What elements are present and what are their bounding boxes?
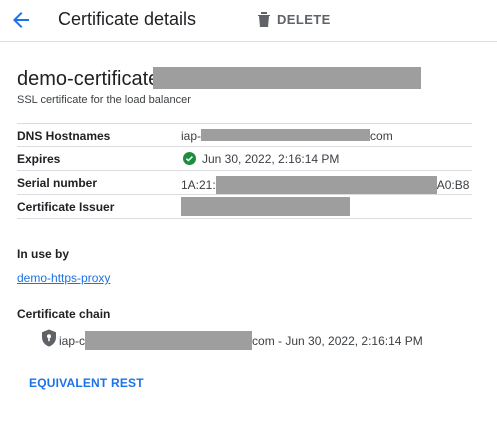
delete-button[interactable]: DELETE (257, 10, 331, 28)
back-button[interactable] (9, 8, 33, 32)
redacted-block (181, 197, 350, 216)
row-value: iap-com (181, 129, 393, 143)
delete-label: DELETE (277, 11, 331, 27)
redacted-block (153, 67, 421, 89)
in-use-link[interactable]: demo-https-proxy (17, 271, 110, 285)
row-value: Jun 30, 2022, 2:16:14 PM (202, 152, 340, 166)
row-key: Expires (17, 152, 61, 166)
top-bar: Certificate details DELETE (0, 0, 497, 42)
chain-prefix: iap-c (59, 334, 86, 348)
details-table: DNS Hostnames iap-com Expires Jun 30, 20… (17, 123, 472, 219)
details-row-expires: Expires Jun 30, 2022, 2:16:14 PM (17, 147, 472, 171)
value-suffix: com (370, 129, 393, 143)
value-suffix: A0:B8 (436, 178, 470, 192)
value-prefix: iap- (181, 129, 202, 143)
redacted-block (201, 129, 371, 141)
value-prefix: 1A:21: (181, 178, 216, 192)
check-circle-icon (183, 152, 196, 165)
row-key: Certificate Issuer (17, 200, 115, 214)
shield-lock-icon (42, 329, 56, 347)
trash-icon (258, 12, 270, 27)
equivalent-rest-button[interactable]: EQUIVALENT REST (29, 376, 144, 390)
row-key: Serial number (17, 176, 98, 190)
details-row-dns: DNS Hostnames iap-com (17, 123, 472, 147)
details-row-serial: Serial number 1A:21: A0:B8 (17, 171, 472, 195)
certificate-name: demo-certificate- (17, 68, 166, 90)
details-row-issuer: Certificate Issuer (17, 195, 472, 219)
redacted-block (85, 331, 253, 350)
page-title: Certificate details (58, 9, 197, 29)
certificate-description: SSL certificate for the load balancer (17, 94, 191, 106)
row-value: 1A:21: A0:B8 (181, 176, 469, 194)
row-key: DNS Hostnames (17, 129, 111, 143)
chain-suffix: com - Jun 30, 2022, 2:16:14 PM (252, 334, 423, 348)
in-use-label: In use by (17, 247, 70, 261)
redacted-block (215, 176, 437, 194)
chain-text: iap-c com - Jun 30, 2022, 2:16:14 PM (59, 331, 423, 350)
arrow-back-icon (13, 12, 29, 28)
certificate-chain-label: Certificate chain (17, 307, 111, 321)
